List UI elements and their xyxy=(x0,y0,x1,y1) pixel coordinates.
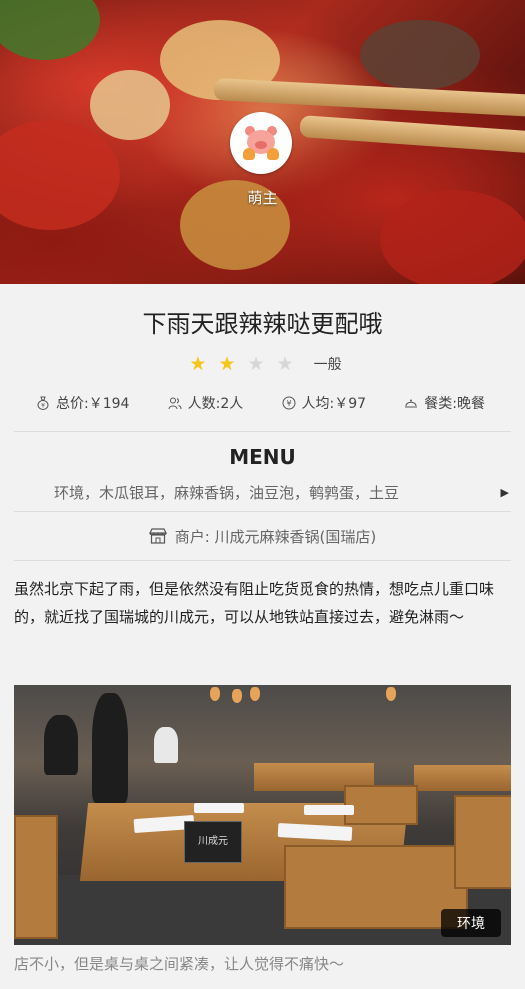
menu-heading: MENU xyxy=(229,445,296,469)
shop-icon xyxy=(148,528,167,544)
svg-text:¥: ¥ xyxy=(41,403,45,410)
stats-row: ¥ 总价:￥194 人数:2人 ¥ 人均:￥97 餐类:晚餐 xyxy=(0,392,525,414)
stat-per-person: ¥ 人均:￥97 xyxy=(282,393,367,413)
merchant-link[interactable]: 商户: 川成元麻辣香锅(国瑞店) xyxy=(0,512,525,560)
menu-items-text: 环境，木瓜银耳，麻辣香锅，油豆泡，鹌鹑蛋，土豆 xyxy=(54,484,400,502)
user-avatar[interactable] xyxy=(230,112,292,174)
star-empty-icon: ★ xyxy=(247,353,265,375)
stat-total-price: ¥ 总价:￥194 xyxy=(36,393,129,413)
photo-caption: 店不小，但是桌与桌之间紧凑，让人觉得不痛快～ xyxy=(14,955,345,973)
star-filled-icon: ★ xyxy=(218,353,236,375)
stat-people: 人数:2人 xyxy=(168,393,244,413)
username[interactable]: 萌主 xyxy=(0,187,525,208)
restaurant-photo[interactable]: 川成元 环境 xyxy=(14,685,511,945)
divider xyxy=(14,431,511,432)
per-person-value: 人均:￥97 xyxy=(301,396,367,412)
star-empty-icon: ★ xyxy=(276,353,294,375)
expand-arrow-icon[interactable]: ▶ xyxy=(501,479,509,507)
rating: ★ ★ ★ ★ 一般 xyxy=(0,353,525,375)
hero-image: 萌主 xyxy=(0,0,525,284)
total-price-value: 总价:￥194 xyxy=(56,396,130,412)
restaurant-sign: 川成元 xyxy=(184,821,242,863)
dish-cover-icon xyxy=(405,399,418,408)
photo-tag: 环境 xyxy=(441,909,501,937)
menu-list[interactable]: 环境，木瓜银耳，麻辣香锅，油豆泡，鹌鹑蛋，土豆 ▶ xyxy=(0,479,525,507)
yen-coin-icon: ¥ xyxy=(282,396,296,410)
people-icon xyxy=(168,397,182,410)
star-filled-icon: ★ xyxy=(189,353,207,375)
rating-label: 一般 xyxy=(313,357,342,373)
pig-avatar-icon xyxy=(241,126,281,160)
post-description: 虽然北京下起了雨，但是依然没有阻止吃货觅食的热情，想吃点儿重口味的，就近找了国瑞… xyxy=(14,580,495,626)
svg-text:¥: ¥ xyxy=(286,399,291,408)
money-bag-icon: ¥ xyxy=(37,396,49,410)
merchant-name: 商户: 川成元麻辣香锅(国瑞店) xyxy=(174,527,377,546)
stat-meal: 餐类:晚餐 xyxy=(404,393,485,413)
post-title: 下雨天跟辣辣哒更配哦 xyxy=(142,310,383,338)
people-value: 人数:2人 xyxy=(187,396,244,412)
meal-value: 餐类:晚餐 xyxy=(424,396,485,412)
